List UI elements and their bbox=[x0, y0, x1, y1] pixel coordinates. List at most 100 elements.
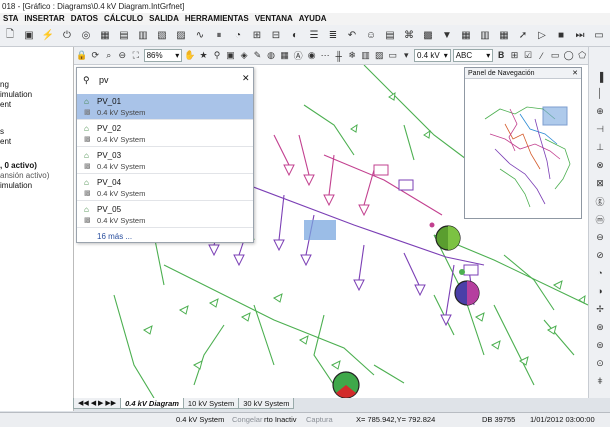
panel-item[interactable]: ent bbox=[0, 100, 11, 109]
tab-10kv-system[interactable]: 10 kV System bbox=[182, 398, 240, 409]
report-icon[interactable]: ▦ bbox=[458, 28, 474, 44]
panel-item[interactable]: ent bbox=[0, 137, 11, 146]
menu-item-datos[interactable]: DATOS bbox=[68, 13, 101, 25]
text-style-select[interactable]: ABC ▾ bbox=[452, 49, 494, 62]
search-result-item[interactable]: ⌂ PV_03 ▩ 0.4 kV System bbox=[77, 148, 253, 174]
power-icon[interactable]: ⏻ bbox=[59, 28, 75, 44]
picture-icon[interactable]: ▣ bbox=[225, 50, 237, 62]
window-icon[interactable]: ▭ bbox=[591, 28, 607, 44]
zoom-out-icon[interactable]: ⊖ bbox=[117, 50, 129, 62]
pointer-icon[interactable]: ➚ bbox=[515, 28, 531, 44]
voltage-select[interactable]: 0.4 kV ▾ bbox=[413, 49, 451, 62]
highlighted-pv-element[interactable] bbox=[304, 220, 336, 240]
flash-icon[interactable]: ⚡ bbox=[40, 28, 56, 44]
check-icon[interactable]: ☑ bbox=[522, 50, 534, 62]
circle-icon[interactable]: ◯ bbox=[563, 50, 575, 62]
panel-item[interactable]: imulation bbox=[0, 90, 32, 99]
location-icon[interactable]: ◎ bbox=[78, 28, 94, 44]
menu-item-ayuda[interactable]: AYUDA bbox=[296, 13, 330, 25]
rectangle-icon[interactable]: ▭ bbox=[549, 50, 561, 62]
menu-item-salida[interactable]: SALIDA bbox=[146, 13, 182, 25]
panel-item[interactable]: ng bbox=[0, 80, 9, 89]
relay-icon[interactable]: ⊜ bbox=[594, 339, 606, 351]
freeze-icon[interactable]: ❄ bbox=[346, 50, 358, 62]
terminal-icon[interactable]: ⊕ bbox=[594, 105, 606, 117]
map-icon[interactable]: ▩ bbox=[420, 28, 436, 44]
export-icon[interactable]: ⊟ bbox=[268, 28, 284, 44]
substation-circles[interactable] bbox=[332, 222, 480, 399]
calculator-icon[interactable]: ▧ bbox=[154, 28, 170, 44]
window-icon[interactable]: ▭ bbox=[387, 50, 399, 62]
menu-item-ventana[interactable]: VENTANA bbox=[252, 13, 296, 25]
hatch-icon[interactable]: ▨ bbox=[373, 50, 385, 62]
menu-item-herramientas[interactable]: HERRAMIENTAS bbox=[182, 13, 252, 25]
switch-icon[interactable]: ⊣ bbox=[594, 123, 606, 135]
measure-icon[interactable]: ⊞ bbox=[509, 50, 521, 62]
pause-icon[interactable]: ⏸ bbox=[211, 28, 227, 44]
tab-0-4kv-diagram[interactable]: 0.4 kV Diagram bbox=[120, 398, 184, 409]
panel-item[interactable]: imulation bbox=[0, 181, 32, 190]
star-icon[interactable]: ★ bbox=[198, 50, 210, 62]
search-input[interactable]: pv bbox=[81, 72, 249, 88]
transformer-icon[interactable]: ⊠ bbox=[594, 177, 606, 189]
viewport-rectangle[interactable] bbox=[542, 106, 568, 126]
shunt-icon[interactable]: ⊘ bbox=[594, 249, 606, 261]
palette-icon[interactable]: ◍ bbox=[265, 50, 277, 62]
filter-icon[interactable]: ▼ bbox=[439, 28, 455, 44]
gauge-icon[interactable]: ◔ bbox=[230, 28, 246, 44]
layers-icon[interactable]: ◈ bbox=[238, 50, 250, 62]
user-icon[interactable]: ☺ bbox=[363, 28, 379, 44]
overview-map[interactable] bbox=[465, 79, 581, 217]
dot-icon[interactable]: ⋯ bbox=[319, 50, 331, 62]
play-icon[interactable]: ▷ bbox=[534, 28, 550, 44]
line-icon[interactable]: │ bbox=[594, 87, 606, 99]
bar-icon[interactable]: ▐ bbox=[594, 71, 606, 83]
grid-source-icon[interactable]: ⊛ bbox=[594, 321, 606, 333]
search-result-item[interactable]: ⌂ PV_01 ▩ 0.4 kV System bbox=[77, 94, 253, 120]
lock-icon[interactable]: 🔒 bbox=[76, 50, 88, 62]
table-icon[interactable]: ▥ bbox=[135, 28, 151, 44]
wind-icon[interactable]: ✢ bbox=[594, 303, 606, 315]
graph-icon[interactable]: ▨ bbox=[173, 28, 189, 44]
breaker-icon[interactable]: ⊥ bbox=[594, 141, 606, 153]
grid-icon[interactable]: ▦ bbox=[97, 28, 113, 44]
new-project-icon[interactable]: 🗋 bbox=[2, 28, 18, 44]
network-icon[interactable]: ⌘ bbox=[401, 28, 417, 44]
undo-icon[interactable]: ↶ bbox=[344, 28, 360, 44]
drop-icon[interactable]: ▾ bbox=[400, 50, 412, 62]
panel-item[interactable]: ansión activo) bbox=[0, 171, 49, 180]
close-icon[interactable]: ✕ bbox=[242, 73, 250, 84]
stop-icon[interactable]: ■ bbox=[553, 28, 569, 44]
open-icon[interactable]: ▣ bbox=[21, 28, 37, 44]
panel-item[interactable]: s bbox=[0, 127, 4, 136]
tab-nav-icon[interactable]: ◀◀ ◀ ▶ ▶▶ bbox=[73, 398, 122, 409]
binoculars-icon[interactable]: ⚲ bbox=[211, 50, 223, 62]
style-icon[interactable]: ▥ bbox=[360, 50, 372, 62]
ruler-icon[interactable]: ⊞ bbox=[249, 28, 265, 44]
colour-icon[interactable]: ◉ bbox=[306, 50, 318, 62]
storage-icon[interactable]: ◑ bbox=[594, 285, 606, 297]
text-icon[interactable]: Ⓐ bbox=[292, 50, 304, 62]
zoom-icon[interactable]: ⌕ bbox=[103, 50, 115, 62]
search-result-item[interactable]: ⌂ PV_04 ▩ 0.4 kV System bbox=[77, 175, 253, 201]
next-icon[interactable]: ⏭ bbox=[572, 28, 588, 44]
bold-icon[interactable]: 𝐁 bbox=[495, 50, 507, 62]
stack-icon[interactable]: ≣ bbox=[325, 28, 341, 44]
edit-icon[interactable]: ✎ bbox=[252, 50, 264, 62]
load-icon[interactable]: ⊖ bbox=[594, 231, 606, 243]
menu-item-insertar[interactable]: INSERTAR bbox=[21, 13, 67, 25]
refresh-icon[interactable]: ⟳ bbox=[90, 50, 102, 62]
pan-icon[interactable]: ✋ bbox=[184, 50, 196, 62]
motor-icon[interactable]: ⓜ bbox=[594, 213, 606, 225]
split-icon[interactable]: ╫ bbox=[333, 50, 345, 62]
tab-30kv-system[interactable]: 30 kV System bbox=[238, 398, 295, 409]
generator-icon[interactable]: ⓖ bbox=[594, 195, 606, 207]
pv-source-icon[interactable]: ◔ bbox=[594, 267, 606, 279]
close-icon[interactable]: ✕ bbox=[572, 68, 581, 79]
doc-icon[interactable]: ▤ bbox=[382, 28, 398, 44]
menu-item-sistema[interactable]: STA bbox=[0, 13, 21, 25]
text-label-icon[interactable]: ǂ bbox=[594, 375, 606, 387]
zoom-fit-icon[interactable]: ⛶ bbox=[130, 50, 142, 62]
search-result-item[interactable]: ⌂ PV_02 ▩ 0.4 kV System bbox=[77, 121, 253, 147]
grid-toggle-icon[interactable]: ▦ bbox=[279, 50, 291, 62]
